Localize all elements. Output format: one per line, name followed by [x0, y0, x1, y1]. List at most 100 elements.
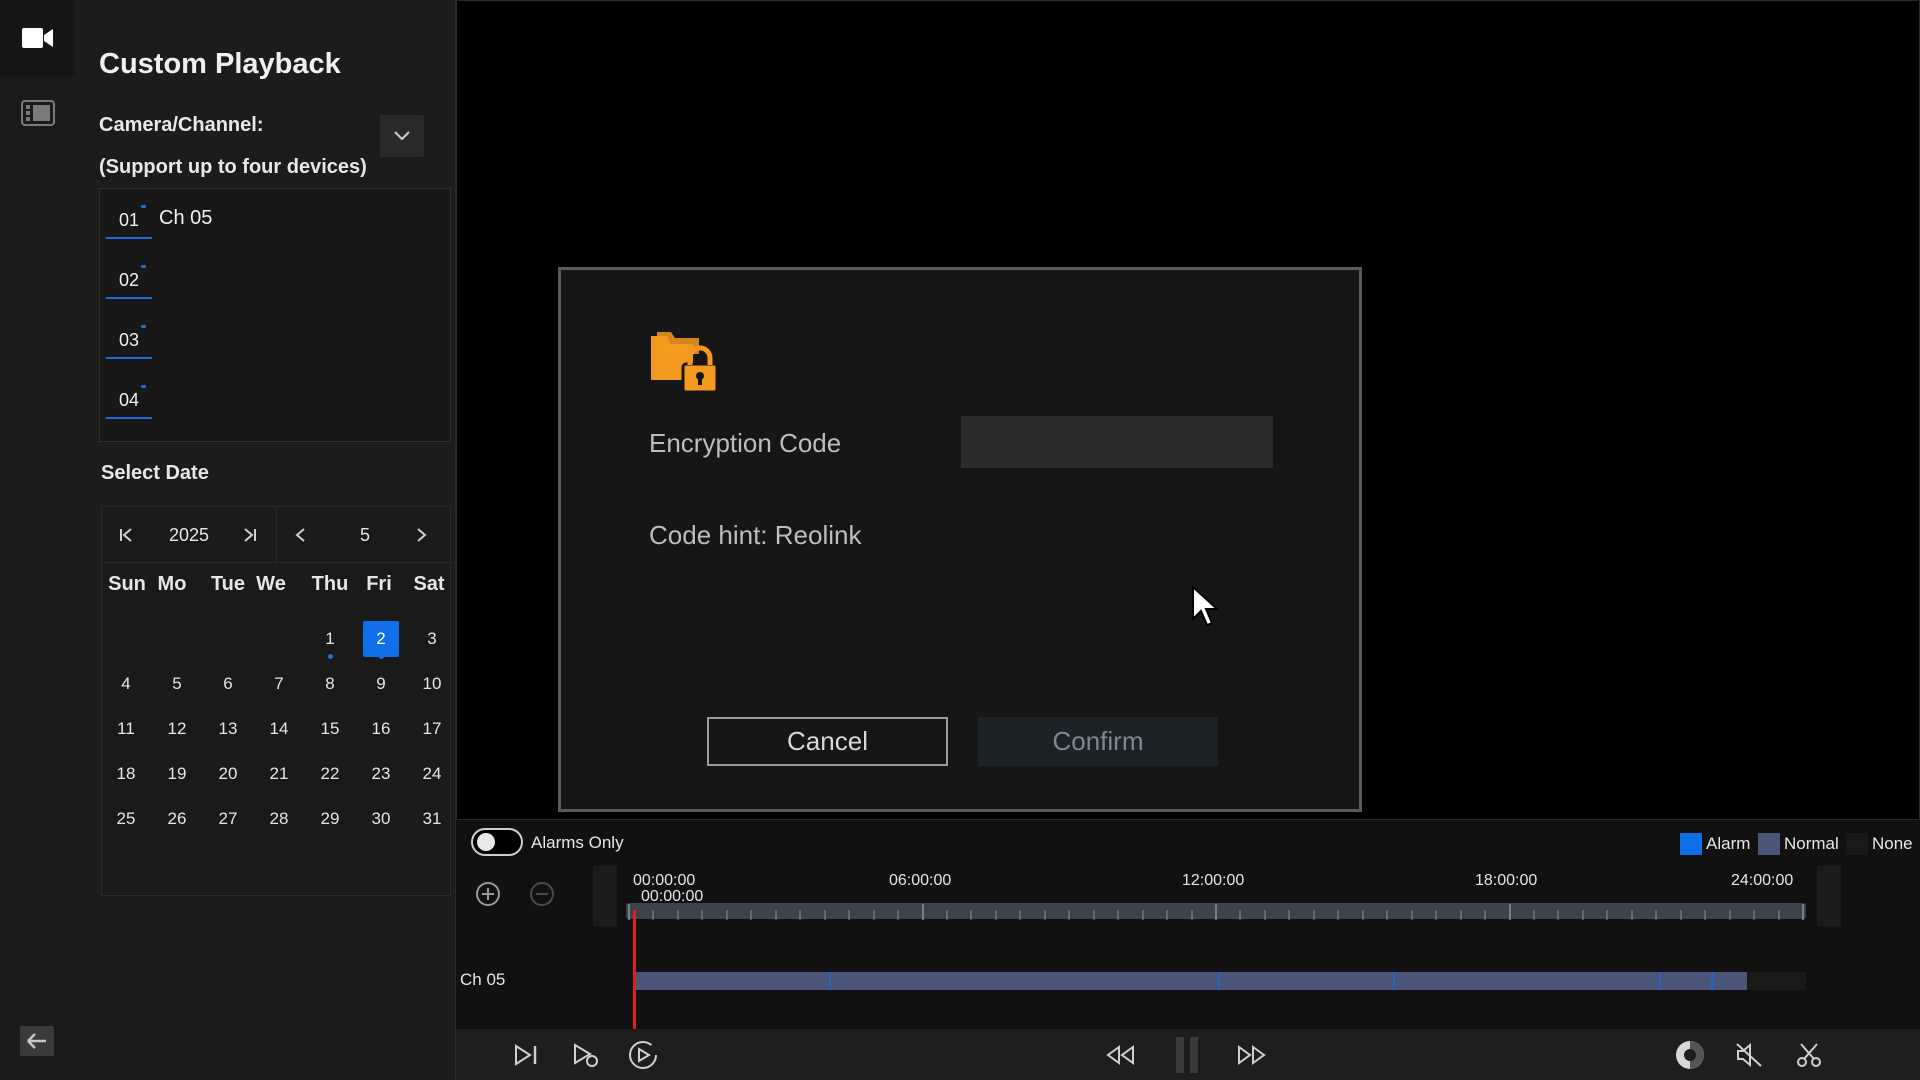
play-segment-button[interactable] — [570, 1039, 602, 1071]
encryption-code-input[interactable] — [961, 416, 1273, 468]
calendar-day[interactable]: 10 — [414, 666, 450, 702]
mouse-cursor-icon — [1192, 585, 1219, 627]
brightness-button[interactable] — [1674, 1039, 1706, 1071]
channel-slot-4[interactable]: 04 — [106, 383, 152, 419]
calendar-day[interactable]: 12 — [159, 711, 195, 747]
prev-month-button[interactable] — [286, 521, 314, 549]
channel-slot-2[interactable]: 02 — [106, 263, 152, 299]
channel-slot-1[interactable]: 01 — [106, 203, 152, 239]
calendar-day-number: 5 — [172, 674, 182, 693]
record-indicator-dot — [379, 654, 384, 659]
playback-nav-button[interactable] — [0, 80, 75, 146]
mute-button[interactable] — [1733, 1039, 1765, 1071]
calendar-day[interactable]: 20 — [210, 756, 246, 792]
calendar-day[interactable]: 9 — [363, 666, 399, 702]
zoom-in-icon[interactable] — [474, 880, 502, 908]
tick-label: 18:00:00 — [1475, 872, 1538, 889]
calendar-day[interactable]: 26 — [159, 801, 195, 837]
legend-swatch — [1758, 833, 1780, 855]
clip-button[interactable] — [1793, 1039, 1825, 1071]
rewind-button[interactable] — [1104, 1039, 1136, 1071]
back-button[interactable] — [20, 1026, 54, 1056]
encryption-code-label: Encryption Code — [649, 428, 842, 458]
calendar-day[interactable]: 19 — [159, 756, 195, 792]
calendar-day[interactable]: 2 — [363, 621, 399, 659]
calendar-day[interactable]: 3 — [414, 621, 450, 657]
legend-alarm: Alarm — [1680, 833, 1750, 855]
channel-slot-1-name: Ch 05 — [159, 207, 213, 229]
calendar-header: 2025 5 — [102, 507, 452, 563]
next-month-button[interactable] — [408, 521, 436, 549]
calendar-day-number: 10 — [422, 674, 442, 693]
cancel-button[interactable]: Cancel — [707, 717, 948, 766]
playhead[interactable] — [633, 910, 636, 1029]
alarms-only-toggle[interactable] — [471, 828, 523, 856]
channel-slot-list: 01 Ch 05 02 03 04 — [99, 188, 451, 442]
pause-button[interactable] — [1171, 1037, 1203, 1073]
recording-alarm-marker — [1218, 972, 1220, 990]
calendar-day-number: 21 — [269, 764, 289, 783]
calendar-day[interactable]: 28 — [261, 801, 297, 837]
calendar-day[interactable]: 11 — [108, 711, 144, 747]
zoom-out-icon[interactable] — [528, 880, 556, 908]
calendar-day[interactable]: 27 — [210, 801, 246, 837]
calendar-day[interactable]: 17 — [414, 711, 450, 747]
calendar-day-number: 9 — [376, 674, 386, 693]
time-ruler-ticks — [628, 904, 1804, 920]
calendar-day[interactable]: 18 — [108, 756, 144, 792]
encryption-dialog: Encryption Code Code hint: Reolink Cance… — [558, 267, 1362, 812]
code-hint: Code hint: Reolink — [649, 520, 862, 550]
recording-alarm-marker — [829, 972, 831, 990]
channel-slot-3[interactable]: 03 — [106, 323, 152, 359]
next-year-button[interactable] — [236, 521, 264, 549]
calendar-day-number: 15 — [320, 719, 340, 738]
rewind-icon — [1106, 1045, 1134, 1065]
icon-rail — [0, 0, 75, 1080]
next-frame-button[interactable] — [510, 1039, 542, 1071]
weekday-label: Sat — [413, 573, 445, 595]
calendar-day[interactable]: 25 — [108, 801, 144, 837]
calendar-day-number: 22 — [320, 764, 340, 783]
calendar-day[interactable]: 24 — [414, 756, 450, 792]
camera-channel-label: Camera/Channel: — [99, 114, 264, 136]
calendar-day-number: 7 — [274, 674, 284, 693]
calendar-day-number: 2 — [376, 629, 386, 648]
calendar-day[interactable]: 16 — [363, 711, 399, 747]
calendar-day-number: 8 — [325, 674, 335, 693]
live-view-button[interactable] — [0, 0, 75, 76]
recording-segment-normal[interactable] — [636, 972, 1747, 990]
prev-year-button[interactable] — [112, 521, 140, 549]
calendar-day[interactable]: 29 — [312, 801, 348, 837]
calendar-day[interactable]: 5 — [159, 666, 195, 702]
calendar-day[interactable]: 7 — [261, 666, 297, 702]
fast-forward-button[interactable] — [1236, 1039, 1268, 1071]
calendar-day[interactable]: 21 — [261, 756, 297, 792]
calendar-day[interactable]: 14 — [261, 711, 297, 747]
weekday-label: Thu — [311, 573, 349, 595]
timeline-scroll-left[interactable] — [593, 866, 617, 926]
calendar-day[interactable]: 30 — [363, 801, 399, 837]
first-page-icon — [120, 528, 132, 542]
calendar-day[interactable]: 23 — [363, 756, 399, 792]
calendar-day[interactable]: 1 — [312, 621, 348, 659]
calendar-day[interactable]: 15 — [312, 711, 348, 747]
camera-dropdown-button[interactable] — [380, 115, 424, 157]
confirm-button[interactable]: Confirm — [978, 717, 1218, 766]
legend-label: Alarm — [1706, 834, 1751, 853]
timeline-scroll-right[interactable] — [1817, 866, 1841, 926]
channel-row-label: Ch 05 — [460, 970, 506, 989]
calendar-day-number: 29 — [320, 809, 340, 828]
calendar-day[interactable]: 22 — [312, 756, 348, 792]
loop-play-button[interactable] — [627, 1039, 659, 1071]
fast-forward-icon — [1238, 1045, 1266, 1065]
support-note: (Support up to four devices) — [99, 156, 367, 178]
calendar-day-number: 25 — [116, 809, 136, 828]
calendar-day[interactable]: 13 — [210, 711, 246, 747]
calendar-day-number: 18 — [116, 764, 136, 783]
calendar-day[interactable]: 8 — [312, 666, 348, 702]
brightness-icon — [1676, 1041, 1704, 1069]
calendar-day[interactable]: 6 — [210, 666, 246, 702]
chevron-left-icon — [295, 528, 305, 542]
calendar-day[interactable]: 31 — [414, 801, 450, 837]
calendar-day[interactable]: 4 — [108, 666, 144, 702]
